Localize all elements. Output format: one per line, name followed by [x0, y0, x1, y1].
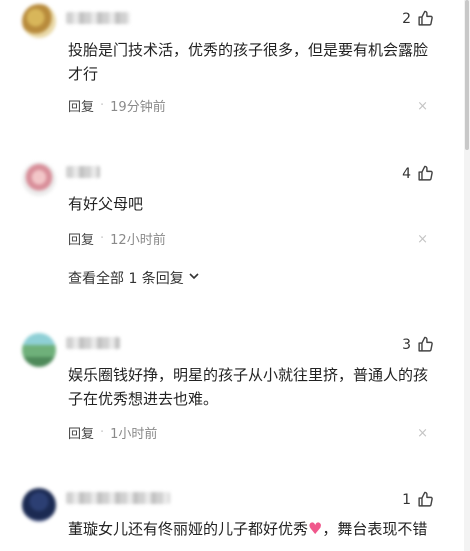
close-icon[interactable]: ×: [417, 426, 428, 441]
like-button[interactable]: 1: [402, 491, 434, 508]
chevron-down-icon: [188, 270, 200, 286]
thumbs-up-icon[interactable]: [417, 10, 434, 27]
comment-text: 娱乐圈钱好挣，明星的孩子从小就往里挤，普通人的孩子在优秀想进去也难。: [68, 366, 429, 408]
comment-time: 12小时前: [110, 233, 166, 248]
meta-separator: ·: [100, 98, 105, 113]
heart-icon: ♥: [308, 519, 323, 538]
like-button[interactable]: 2: [402, 10, 434, 27]
avatar[interactable]: [22, 4, 56, 38]
reply-button[interactable]: 回复: [68, 96, 94, 115]
avatar[interactable]: [22, 162, 56, 196]
username[interactable]: [66, 12, 130, 24]
like-count: 3: [402, 336, 411, 353]
reply-button[interactable]: 回复: [68, 423, 94, 442]
like-button[interactable]: 3: [402, 336, 434, 353]
scrollbar-thumb[interactable]: [465, 0, 469, 150]
thumbs-up-icon[interactable]: [417, 165, 434, 182]
avatar[interactable]: [22, 333, 56, 367]
comment-text: 有好父母吧: [68, 195, 144, 213]
like-count: 1: [402, 491, 411, 508]
username[interactable]: [66, 337, 120, 349]
comment-text: 投胎是门技术活，优秀的孩子很多，但是要有机会露脸才行: [68, 41, 429, 83]
like-count: 2: [402, 10, 411, 27]
comment-feed: 2 投胎是门技术活，优秀的孩子很多，但是要有机会露脸才行 回复 · 19分钟前 …: [0, 0, 470, 551]
comment-time: 19分钟前: [110, 100, 166, 115]
avatar[interactable]: [22, 488, 56, 522]
like-button[interactable]: 4: [402, 165, 434, 182]
username[interactable]: [66, 492, 170, 504]
comment-meta: 回复 · 1小时前: [68, 423, 157, 442]
comment-meta: 回复 · 19分钟前: [68, 96, 166, 115]
reply-button[interactable]: 回复: [68, 229, 94, 248]
meta-separator: ·: [100, 425, 105, 440]
meta-separator: ·: [100, 231, 105, 246]
comment-time: 1小时前: [110, 427, 158, 442]
comment-text-part: 董璇女儿还有佟丽娅的儿子都好优秀: [68, 520, 309, 538]
comment-text: 董璇女儿还有佟丽娅的儿子都好优秀♥，舞台表现不错: [68, 517, 440, 541]
view-all-replies-label: 查看全部 1 条回复: [68, 271, 184, 287]
close-icon[interactable]: ×: [417, 99, 428, 114]
close-icon[interactable]: ×: [417, 232, 428, 247]
username[interactable]: [66, 166, 100, 178]
view-all-replies-button[interactable]: 查看全部 1 条回复: [68, 268, 200, 288]
like-count: 4: [402, 165, 411, 182]
thumbs-up-icon[interactable]: [417, 336, 434, 353]
comment-meta: 回复 · 12小时前: [68, 229, 166, 248]
scrollbar[interactable]: [464, 0, 470, 551]
comment-text-part: ，舞台表现不错: [322, 520, 428, 538]
thumbs-up-icon[interactable]: [417, 491, 434, 508]
